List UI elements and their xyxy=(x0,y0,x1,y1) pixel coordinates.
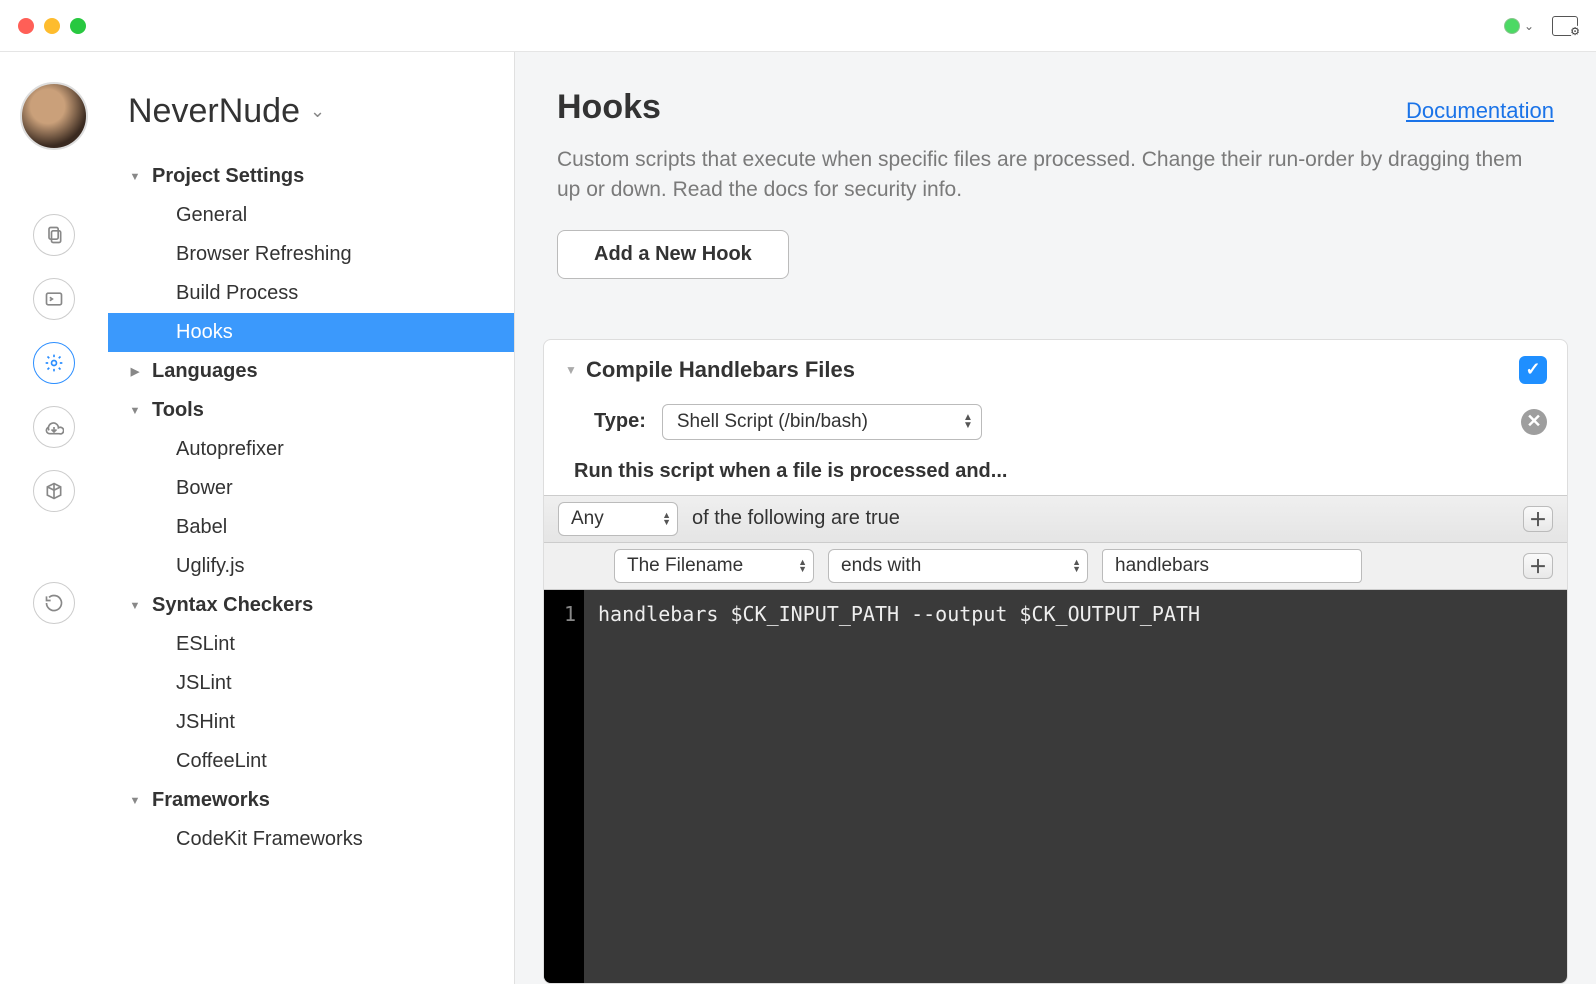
page-title: Hooks xyxy=(557,88,661,127)
nav-coffeelint[interactable]: CoffeeLint xyxy=(108,742,514,781)
project-switcher[interactable]: NeverNude ⌄ xyxy=(108,84,514,157)
section-label: Languages xyxy=(152,360,258,383)
section-label: Project Settings xyxy=(152,165,304,188)
build-status[interactable]: ⌄ xyxy=(1504,18,1534,34)
stepper-icon: ▲▼ xyxy=(662,512,671,526)
documentation-link[interactable]: Documentation xyxy=(1406,98,1554,124)
condition-operator-select[interactable]: ends with ▲▼ xyxy=(828,549,1088,583)
condition-subject-select[interactable]: The Filename ▲▼ xyxy=(614,549,814,583)
remove-hook-button[interactable]: ✕ xyxy=(1521,409,1547,435)
stepper-icon: ▲▼ xyxy=(1072,559,1081,573)
condition-subject-value: The Filename xyxy=(627,555,743,576)
nav-hooks[interactable]: Hooks xyxy=(108,313,514,352)
packages-tab-icon[interactable] xyxy=(33,470,75,512)
hook-type-value: Shell Script (/bin/bash) xyxy=(677,411,868,432)
hook-card: ▼ Compile Handlebars Files ✓ Type: Shell… xyxy=(543,339,1568,984)
disclosure-triangle-icon[interactable]: ▼ xyxy=(564,363,578,377)
section-tools[interactable]: ▼ Tools xyxy=(108,391,514,430)
status-dot-icon xyxy=(1504,18,1520,34)
hook-enabled-checkbox[interactable]: ✓ xyxy=(1519,356,1547,384)
add-condition-group-button[interactable]: ＋ xyxy=(1523,506,1553,532)
terminal-tab-icon[interactable] xyxy=(33,278,75,320)
add-condition-button[interactable]: ＋ xyxy=(1523,553,1553,579)
run-condition-label: Run this script when a file is processed… xyxy=(574,450,1567,495)
editor-code[interactable]: handlebars $CK_INPUT_PATH --output $CK_O… xyxy=(584,590,1200,983)
chevron-down-icon: ⌄ xyxy=(310,101,325,122)
settings-tab-icon[interactable] xyxy=(33,342,75,384)
add-hook-button[interactable]: Add a New Hook xyxy=(557,230,789,279)
section-label: Syntax Checkers xyxy=(152,594,313,617)
condition-group-bar: Any ▲▼ of the following are true ＋ xyxy=(544,495,1567,543)
project-name-label: NeverNude xyxy=(128,92,300,131)
main-content: Hooks Documentation Custom scripts that … xyxy=(514,52,1596,984)
icon-rail xyxy=(0,52,108,984)
page-description: Custom scripts that execute when specifi… xyxy=(557,145,1537,206)
section-label: Frameworks xyxy=(152,789,270,812)
section-languages[interactable]: ▶ Languages xyxy=(108,352,514,391)
hook-type-select[interactable]: Shell Script (/bin/bash) ▲▼ xyxy=(662,404,982,440)
section-frameworks[interactable]: ▼ Frameworks xyxy=(108,781,514,820)
any-all-select[interactable]: Any ▲▼ xyxy=(558,502,678,536)
nav-general[interactable]: General xyxy=(108,196,514,235)
nav-codekit-frameworks[interactable]: CodeKit Frameworks xyxy=(108,820,514,859)
nav-eslint[interactable]: ESLint xyxy=(108,625,514,664)
server-tab-icon[interactable] xyxy=(33,406,75,448)
disclosure-triangle-icon: ▼ xyxy=(128,795,142,807)
type-label: Type: xyxy=(594,410,646,433)
nav-babel[interactable]: Babel xyxy=(108,508,514,547)
section-label: Tools xyxy=(152,399,204,422)
files-tab-icon[interactable] xyxy=(33,214,75,256)
disclosure-triangle-icon: ▼ xyxy=(128,171,142,183)
disclosure-triangle-icon: ▼ xyxy=(128,405,142,417)
condition-suffix: of the following are true xyxy=(692,507,900,530)
nav-jslint[interactable]: JSLint xyxy=(108,664,514,703)
settings-sidebar: NeverNude ⌄ ▼ Project Settings General B… xyxy=(108,52,514,984)
nav-build-process[interactable]: Build Process xyxy=(108,274,514,313)
traffic-lights xyxy=(18,18,86,34)
stepper-icon: ▲▼ xyxy=(798,559,807,573)
section-syntax-checkers[interactable]: ▼ Syntax Checkers xyxy=(108,586,514,625)
nav-jshint[interactable]: JSHint xyxy=(108,703,514,742)
disclosure-triangle-icon: ▶ xyxy=(128,365,142,378)
refresh-tab-icon[interactable] xyxy=(33,582,75,624)
preview-settings-icon[interactable] xyxy=(1552,16,1578,36)
script-editor[interactable]: 1 handlebars $CK_INPUT_PATH --output $CK… xyxy=(544,590,1567,983)
close-window-button[interactable] xyxy=(18,18,34,34)
condition-value-text: handlebars xyxy=(1115,555,1209,576)
any-all-value: Any xyxy=(571,508,604,529)
nav-uglifyjs[interactable]: Uglify.js xyxy=(108,547,514,586)
nav-bower[interactable]: Bower xyxy=(108,469,514,508)
condition-row: The Filename ▲▼ ends with ▲▼ handlebars … xyxy=(544,543,1567,590)
line-number: 1 xyxy=(544,602,576,626)
stepper-icon: ▲▼ xyxy=(963,414,973,430)
nav-browser-refreshing[interactable]: Browser Refreshing xyxy=(108,235,514,274)
zoom-window-button[interactable] xyxy=(70,18,86,34)
window-titlebar: ⌄ xyxy=(0,0,1596,52)
chevron-down-icon: ⌄ xyxy=(1524,19,1534,33)
editor-gutter: 1 xyxy=(544,590,584,983)
project-avatar[interactable] xyxy=(20,82,88,150)
nav-autoprefixer[interactable]: Autoprefixer xyxy=(108,430,514,469)
condition-operator-value: ends with xyxy=(841,555,921,576)
section-project-settings[interactable]: ▼ Project Settings xyxy=(108,157,514,196)
disclosure-triangle-icon: ▼ xyxy=(128,600,142,612)
hook-title: Compile Handlebars Files xyxy=(586,357,855,383)
condition-value-input[interactable]: handlebars xyxy=(1102,549,1362,583)
minimize-window-button[interactable] xyxy=(44,18,60,34)
